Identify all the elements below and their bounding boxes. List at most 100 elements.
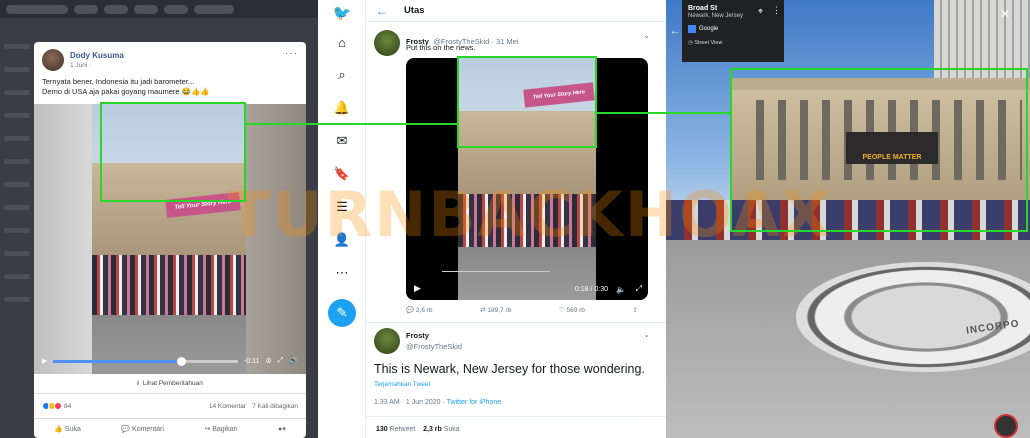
retweet-count: 189,7 rb	[487, 307, 512, 314]
retweets-count[interactable]: 130	[376, 426, 388, 433]
tweet-time[interactable]: 1.33 AM · 1 Jun 2020 ·	[374, 399, 447, 406]
like-label: Suka	[64, 425, 81, 433]
back-arrow-icon[interactable]: ←	[376, 4, 388, 18]
post-author[interactable]: Dody Kusuma	[70, 51, 124, 60]
tweet-timestamp: 1.33 AM · 1 Jun 2020 · Twitter for iPhon…	[374, 399, 501, 406]
settings-icon[interactable]: ⚙	[265, 357, 271, 365]
video-progress-fill	[53, 359, 181, 363]
divider	[366, 416, 666, 417]
avatar[interactable]	[374, 30, 400, 56]
likes-count[interactable]: 2,3 rb	[423, 426, 442, 433]
tweet-counts: 130 Retweet 2,3 rb Suka	[376, 426, 460, 433]
chevron-down-icon[interactable]: ⌄	[643, 31, 650, 40]
avatar[interactable]	[374, 328, 400, 354]
volume-icon[interactable]: 🔈	[616, 285, 626, 294]
comment-label: Komentari	[132, 425, 164, 433]
facebook-nav-item[interactable]	[104, 4, 128, 14]
tweet-source[interactable]: Twitter for iPhone	[447, 399, 501, 406]
share-icon[interactable]: ⇪	[633, 306, 638, 314]
home-icon[interactable]: ⌂	[333, 33, 351, 51]
facebook-nav-item[interactable]	[164, 4, 188, 14]
lists-icon[interactable]: ☰	[333, 198, 351, 216]
clock-icon: ◷	[688, 40, 693, 46]
comment-icon: 💬	[121, 425, 131, 433]
thread-header: ← Utas	[366, 0, 666, 22]
back-arrow-icon[interactable]: ←	[670, 26, 680, 37]
street-view-mode[interactable]: ◷ Street View	[688, 40, 778, 46]
highlight-box-streetview	[730, 68, 1028, 232]
explore-icon[interactable]: ⌕	[333, 66, 351, 84]
close-icon[interactable]: ✕	[1000, 7, 1010, 21]
reply-button[interactable]: 💬 2,6 rb	[406, 306, 433, 314]
play-icon[interactable]: ▶	[414, 283, 421, 294]
like-button[interactable]: 👍 Suka	[54, 425, 81, 433]
heart-icon: ♡	[558, 307, 565, 314]
comments-count[interactable]: 14 Komentar	[209, 403, 246, 410]
like-button[interactable]: ♡ 569 rb	[559, 306, 585, 314]
notifications-icon[interactable]: 🔔	[333, 99, 351, 117]
post-text: Ternyata bener, Indonesia itu jadi barom…	[34, 75, 306, 99]
tweet-header: Frosty @FrostyTheSkid	[406, 331, 462, 351]
video-progress[interactable]	[53, 356, 238, 366]
share-icon: ↪	[204, 425, 211, 433]
more-icon[interactable]: ⋯	[333, 264, 351, 282]
info-icon: i	[137, 380, 139, 387]
connector-line	[597, 112, 730, 114]
chevron-down-icon[interactable]: ⌄	[643, 330, 650, 339]
video-progress[interactable]	[442, 271, 550, 272]
avatar[interactable]	[42, 49, 64, 71]
facebook-nav-item[interactable]	[194, 4, 234, 14]
street-name: Broad St	[688, 5, 718, 12]
shares-count[interactable]: 7 Kali dibagikan	[252, 403, 298, 410]
post-actions: 👍 Suka 💬 Komentari ↪ Bagikan ●▾	[34, 418, 306, 438]
tweet-text: Put this on the news.	[406, 43, 476, 52]
video-time: 0:18 / 0:30	[574, 286, 608, 293]
reactions-count[interactable]: 84	[64, 403, 71, 410]
tweet-author[interactable]: Frosty	[406, 331, 462, 340]
tweet-handle[interactable]: @FrostyTheSkid	[406, 342, 462, 351]
more-options-icon[interactable]: ···	[285, 48, 298, 59]
location-pin-icon[interactable]: ⌖	[758, 6, 763, 17]
fullscreen-icon[interactable]: ⤢	[636, 284, 642, 294]
compose-tweet-button[interactable]: ✎	[328, 299, 356, 327]
thumbs-up-icon: 👍	[54, 425, 63, 433]
audience-selector[interactable]: ●▾	[278, 425, 286, 433]
feather-icon: ✎	[336, 305, 348, 320]
screenshot-root: Dody Kusuma 1 Juni · ··· Ternyata bener,…	[0, 0, 1030, 438]
likes-label: Suka	[443, 426, 460, 433]
video-progress-knob[interactable]	[177, 356, 187, 366]
notice-link[interactable]: i Lihat Pemberitahuan	[34, 374, 306, 394]
provider-label: Google	[699, 26, 719, 32]
provider-row: Google	[688, 25, 778, 33]
google-maps-icon	[688, 25, 696, 33]
play-icon[interactable]: ▶	[42, 357, 47, 365]
retweet-button[interactable]: ⇄ 189,7 rb	[480, 306, 511, 314]
facebook-search-bar[interactable]	[6, 4, 68, 14]
translate-link[interactable]: Terjemahkan Tweet	[374, 381, 430, 388]
bookmarks-icon[interactable]: 🔖	[333, 165, 351, 183]
twitter-logo-icon[interactable]: 🐦	[333, 4, 352, 22]
reply-count: 2,6 rb	[415, 307, 433, 314]
post-text-line: Ternyata bener, Indonesia itu jadi barom…	[42, 77, 195, 86]
post-text-line: Demo di USA aja pakai goyang maumere 😂👍👍	[42, 87, 210, 96]
more-vert-icon[interactable]: ⋮	[772, 5, 781, 16]
post-date[interactable]: 1 Juni ·	[70, 62, 124, 69]
highlight-box-twitter	[457, 56, 597, 148]
video-controls: ▶ -0:11 ⚙ ⤢ 🔊	[34, 348, 306, 374]
retweets-label: Retweet	[389, 426, 416, 433]
compass-icon[interactable]	[994, 414, 1018, 438]
messages-icon[interactable]: ✉	[333, 132, 351, 150]
facebook-nav-item[interactable]	[74, 4, 98, 14]
share-button[interactable]: ↪ Bagikan	[204, 425, 237, 433]
facebook-nav-item[interactable]	[134, 4, 158, 14]
volume-icon[interactable]: 🔊	[289, 357, 298, 365]
comment-button[interactable]: 💬 Komentari	[121, 425, 164, 433]
fullscreen-icon[interactable]: ⤢	[278, 357, 284, 365]
connector-line	[246, 123, 457, 125]
location-panel: Broad St Newark, New Jersey Google ◷ Str…	[682, 0, 784, 62]
facebook-topbar	[0, 0, 318, 18]
mode-label: Street View	[694, 40, 723, 46]
profile-icon[interactable]: 👤	[333, 231, 351, 249]
facebook-sidebar	[0, 26, 34, 438]
retweet-icon: ⇄	[480, 307, 486, 314]
